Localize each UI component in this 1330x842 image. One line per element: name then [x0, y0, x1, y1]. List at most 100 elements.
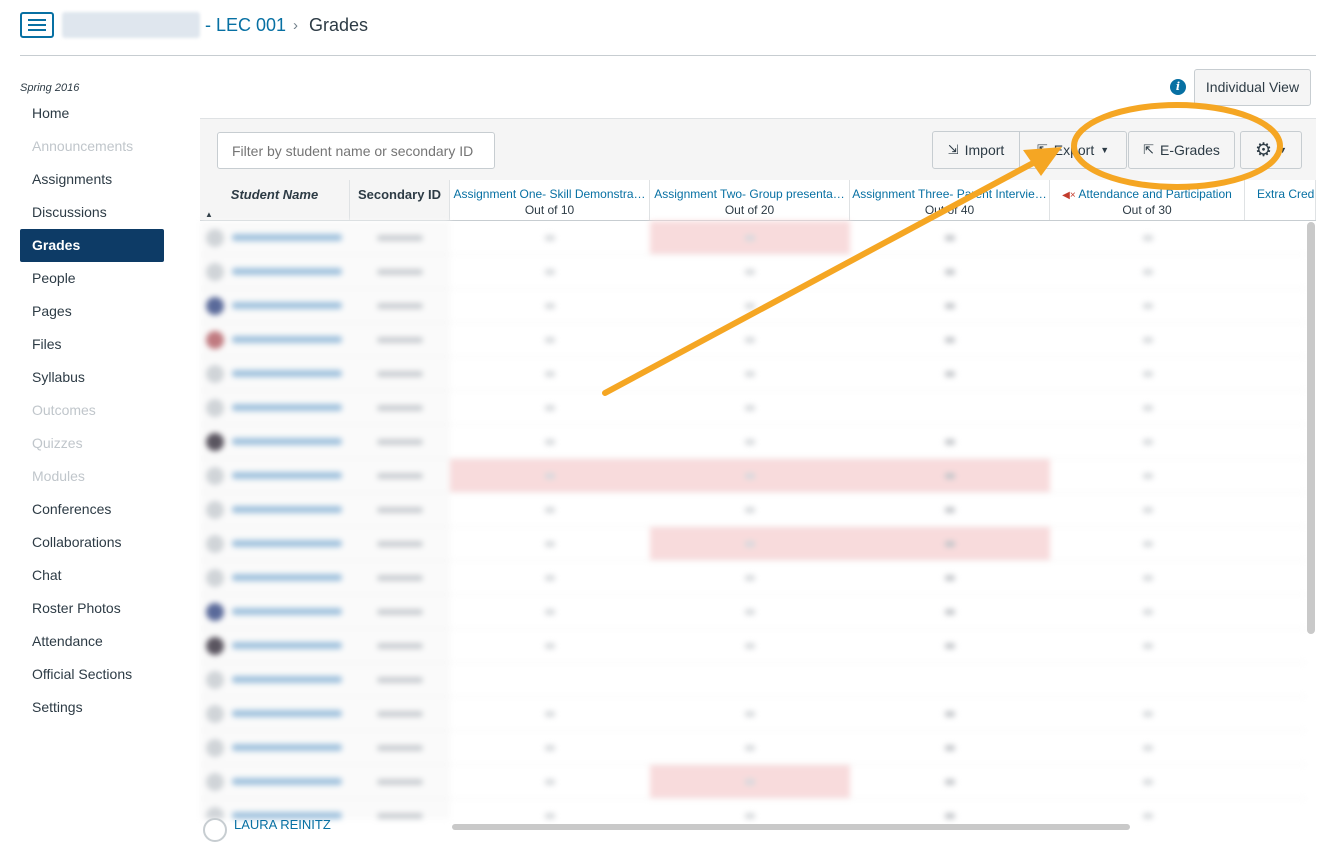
grade-cell[interactable] — [450, 799, 650, 819]
grade-cell[interactable] — [650, 663, 850, 697]
grade-cell[interactable] — [1050, 255, 1245, 289]
grade-cell[interactable] — [450, 561, 650, 595]
grade-cell[interactable] — [1245, 357, 1306, 391]
horizontal-scrollbar[interactable] — [452, 824, 1130, 830]
sidebar-item-roster-photos[interactable]: Roster Photos — [20, 592, 164, 625]
course-name-redacted[interactable] — [62, 12, 200, 38]
individual-view-button[interactable]: Individual View — [1194, 69, 1311, 106]
student-cell[interactable] — [200, 391, 350, 425]
grade-cell[interactable] — [450, 527, 650, 561]
grade-cell[interactable] — [650, 697, 850, 731]
grade-cell[interactable] — [450, 459, 650, 493]
grade-cell[interactable] — [650, 595, 850, 629]
grade-cell[interactable] — [1050, 765, 1245, 799]
sidebar-item-settings[interactable]: Settings — [20, 691, 164, 724]
grade-cell[interactable] — [450, 357, 650, 391]
grade-cell[interactable] — [450, 663, 650, 697]
grade-cell[interactable] — [450, 731, 650, 765]
student-name-redacted[interactable] — [232, 404, 342, 411]
grade-cell[interactable] — [450, 221, 650, 255]
grade-cell[interactable] — [850, 391, 1050, 425]
student-name-redacted[interactable] — [232, 438, 342, 445]
grade-cell[interactable] — [850, 221, 1050, 255]
sidebar-item-chat[interactable]: Chat — [20, 559, 164, 592]
grade-cell[interactable] — [650, 425, 850, 459]
grade-cell[interactable] — [450, 697, 650, 731]
grade-cell[interactable] — [850, 697, 1050, 731]
grade-cell[interactable] — [650, 289, 850, 323]
column-header-student-name[interactable]: Student Name — [200, 180, 350, 220]
breadcrumb-course[interactable]: - LEC 001 — [205, 15, 286, 36]
grade-cell[interactable] — [1050, 357, 1245, 391]
grade-cell[interactable] — [650, 493, 850, 527]
grade-cell[interactable] — [1245, 493, 1306, 527]
sort-ascending-icon[interactable]: ▲ — [205, 210, 213, 219]
grade-cell[interactable] — [1050, 629, 1245, 663]
student-cell[interactable] — [200, 663, 350, 697]
export-button[interactable]: ⇱ Export ▼ — [1019, 131, 1127, 169]
grade-cell[interactable] — [650, 799, 850, 819]
grade-cell[interactable] — [1050, 527, 1245, 561]
grade-cell[interactable] — [650, 357, 850, 391]
sidebar-item-conferences[interactable]: Conferences — [20, 493, 164, 526]
grade-cell[interactable] — [1050, 323, 1245, 357]
grade-cell[interactable] — [850, 493, 1050, 527]
student-cell[interactable] — [200, 357, 350, 391]
student-name-redacted[interactable] — [232, 472, 342, 479]
student-name-redacted[interactable] — [232, 574, 342, 581]
column-header-assignment-three[interactable]: Assignment Three- Parent Intervie… Out o… — [850, 180, 1050, 220]
student-cell[interactable] — [200, 425, 350, 459]
grade-cell[interactable] — [1245, 765, 1306, 799]
student-name-redacted[interactable] — [232, 540, 342, 547]
student-cell[interactable] — [200, 323, 350, 357]
grade-cell[interactable] — [1050, 221, 1245, 255]
sidebar-item-modules[interactable]: Modules — [20, 460, 164, 493]
student-cell[interactable] — [200, 493, 350, 527]
grade-cell[interactable] — [450, 391, 650, 425]
student-cell[interactable] — [200, 697, 350, 731]
student-cell[interactable] — [200, 561, 350, 595]
grade-cell[interactable] — [1050, 561, 1245, 595]
student-cell[interactable] — [200, 289, 350, 323]
grade-cell[interactable] — [1050, 663, 1245, 697]
e-grades-button[interactable]: ⇱ E-Grades — [1128, 131, 1235, 169]
grade-cell[interactable] — [1245, 221, 1306, 255]
student-name-redacted[interactable] — [232, 710, 342, 717]
student-cell[interactable] — [200, 765, 350, 799]
grade-cell[interactable] — [1050, 799, 1245, 819]
grade-cell[interactable] — [650, 629, 850, 663]
grade-cell[interactable] — [650, 391, 850, 425]
sidebar-item-syllabus[interactable]: Syllabus — [20, 361, 164, 394]
sidebar-item-assignments[interactable]: Assignments — [20, 163, 164, 196]
grade-cell[interactable] — [650, 459, 850, 493]
gradebook-settings-button[interactable]: ⚙ ▼ — [1240, 131, 1302, 169]
column-header-extra-credit[interactable]: Extra Cred — [1245, 180, 1316, 220]
student-cell[interactable] — [200, 731, 350, 765]
column-header-assignment-two[interactable]: Assignment Two- Group presenta… Out of 2… — [650, 180, 850, 220]
global-nav-menu-button[interactable] — [20, 12, 54, 38]
grade-cell[interactable] — [650, 323, 850, 357]
sidebar-item-home[interactable]: Home — [20, 97, 164, 130]
grade-cell[interactable] — [1245, 663, 1306, 697]
grade-cell[interactable] — [850, 425, 1050, 459]
info-icon[interactable]: i — [1170, 79, 1186, 95]
grade-cell[interactable] — [650, 561, 850, 595]
vertical-scrollbar[interactable] — [1307, 222, 1315, 634]
grade-cell[interactable] — [850, 289, 1050, 323]
grade-cell[interactable] — [850, 255, 1050, 289]
grade-cell[interactable] — [450, 765, 650, 799]
column-header-attendance[interactable]: ◀× Attendance and Participation Out of 3… — [1050, 180, 1245, 220]
grade-cell[interactable] — [1245, 425, 1306, 459]
student-name-redacted[interactable] — [232, 506, 342, 513]
grade-cell[interactable] — [1245, 561, 1306, 595]
grade-cell[interactable] — [450, 493, 650, 527]
grade-cell[interactable] — [850, 527, 1050, 561]
grade-cell[interactable] — [1245, 595, 1306, 629]
grade-cell[interactable] — [450, 323, 650, 357]
grade-cell[interactable] — [850, 765, 1050, 799]
sidebar-item-quizzes[interactable]: Quizzes — [20, 427, 164, 460]
grade-cell[interactable] — [650, 731, 850, 765]
grade-cell[interactable] — [850, 595, 1050, 629]
grade-cell[interactable] — [650, 221, 850, 255]
grade-cell[interactable] — [1245, 697, 1306, 731]
